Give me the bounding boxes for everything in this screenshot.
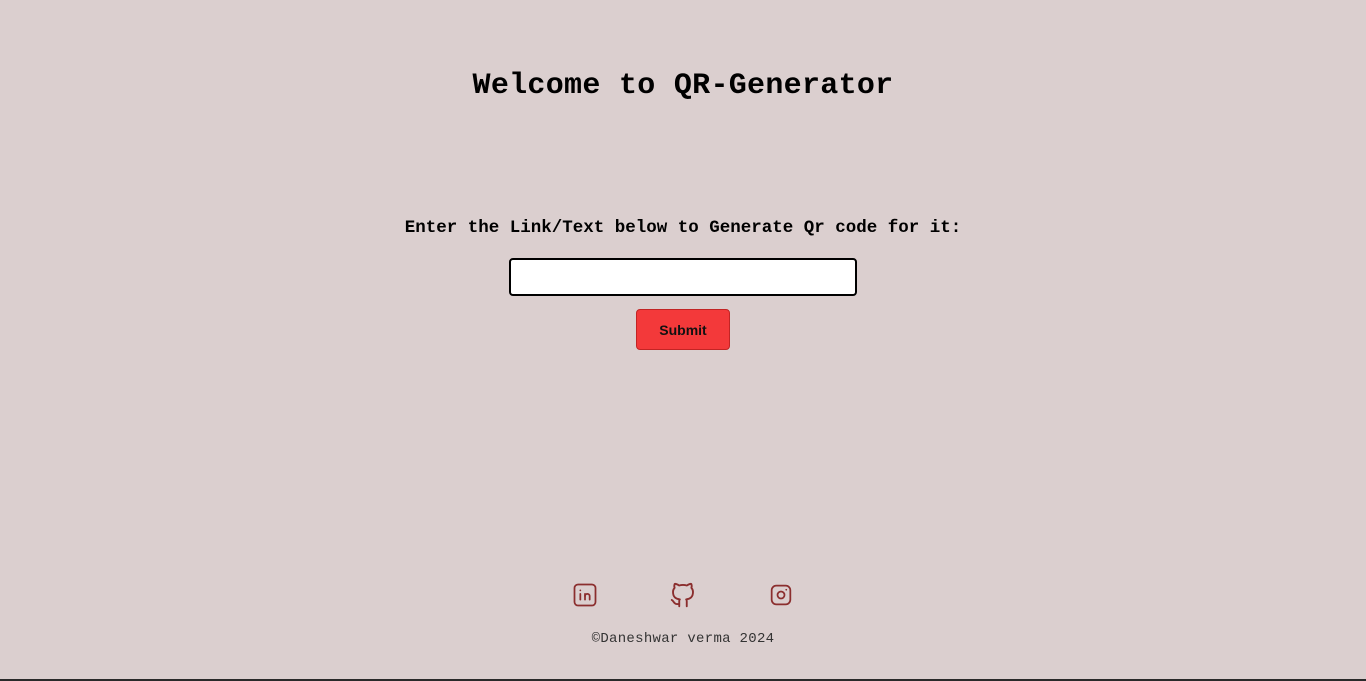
instagram-icon bbox=[770, 584, 792, 606]
submit-button[interactable]: Submit bbox=[636, 309, 730, 350]
github-icon bbox=[670, 582, 694, 608]
copyright-text: ©Daneshwar verma 2024 bbox=[591, 631, 775, 647]
github-link[interactable] bbox=[668, 580, 698, 610]
instagram-link[interactable] bbox=[766, 580, 796, 610]
linkedin-icon bbox=[573, 583, 597, 607]
linkedin-link[interactable] bbox=[570, 580, 600, 610]
page-title: Welcome to QR-Generator bbox=[472, 69, 894, 103]
input-prompt-label: Enter the Link/Text below to Generate Qr… bbox=[404, 218, 962, 238]
link-text-input[interactable] bbox=[509, 258, 857, 296]
